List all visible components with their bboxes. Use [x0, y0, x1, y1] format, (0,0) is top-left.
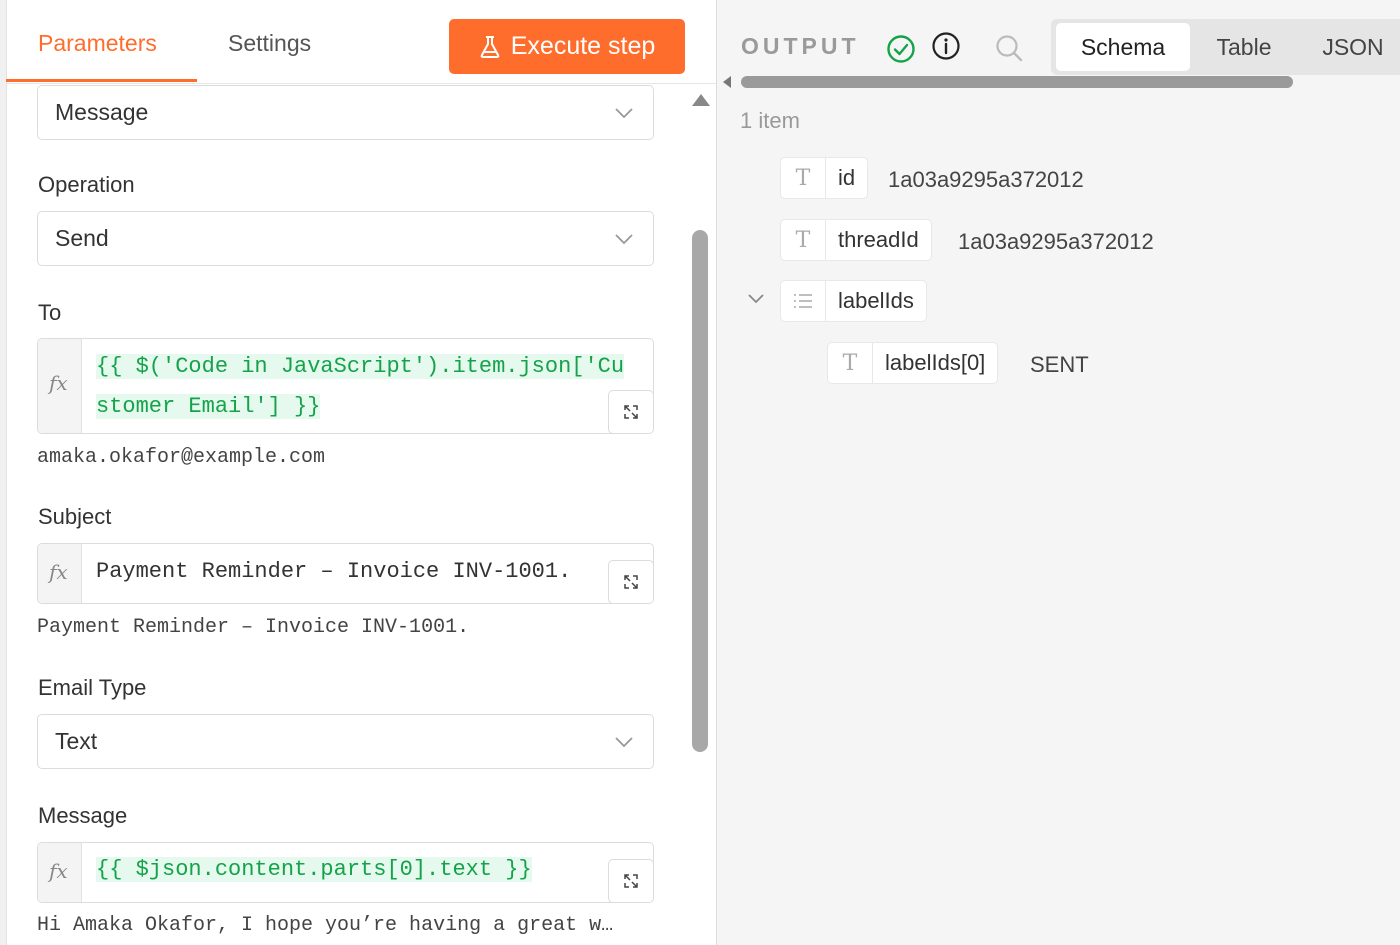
- subject-preview: Payment Reminder – Invoice INV-1001.: [37, 616, 470, 639]
- expand-icon: [624, 405, 638, 419]
- subject-expression-field[interactable]: fx Payment Reminder – Invoice INV-1001.: [37, 543, 654, 604]
- schema-field-threadid[interactable]: T threadId: [780, 219, 932, 261]
- view-json[interactable]: JSON: [1307, 19, 1399, 75]
- schema-key: threadId: [838, 227, 919, 252]
- success-check-icon: [887, 35, 915, 63]
- output-title: OUTPUT: [741, 33, 860, 59]
- fx-icon: fx: [38, 339, 82, 433]
- schema-value: 1a03a9295a372012: [888, 167, 1084, 192]
- expand-icon: [624, 575, 638, 589]
- to-label: To: [38, 300, 62, 325]
- string-type-icon: T: [781, 158, 826, 198]
- message-preview: Hi Amaka Okafor, I hope you’re having a …: [37, 914, 614, 937]
- email-type-select-value: Text: [55, 728, 98, 754]
- schema-key: labelIds: [838, 288, 914, 313]
- horizontal-scrollbar[interactable]: [741, 76, 1293, 88]
- panel-edge: [0, 0, 7, 945]
- schema-field-id[interactable]: T id: [780, 157, 869, 199]
- tabs-divider: [6, 83, 716, 84]
- chevron-down-icon: [615, 108, 633, 119]
- scroll-up-arrow[interactable]: [692, 94, 710, 106]
- fx-icon: fx: [38, 843, 82, 902]
- to-preview: amaka.okafor@example.com: [37, 446, 326, 469]
- tab-parameters[interactable]: Parameters: [38, 30, 157, 57]
- string-type-icon: T: [781, 220, 826, 260]
- subject-expression: Payment Reminder – Invoice INV-1001.: [96, 559, 572, 584]
- message-label: Message: [38, 803, 128, 828]
- output-panel: [717, 0, 1400, 945]
- resource-select-value: Message: [55, 99, 149, 125]
- string-type-icon: T: [828, 343, 873, 383]
- view-schema[interactable]: Schema: [1056, 23, 1190, 71]
- message-expression: {{ $json.content.parts[0].text }}: [96, 857, 532, 882]
- chevron-down-icon: [615, 737, 633, 748]
- output-view-switcher: Schema Table JSON: [1051, 19, 1400, 75]
- item-count: 1 item: [740, 108, 800, 133]
- chevron-down-icon: [615, 234, 633, 245]
- resource-select[interactable]: Message: [37, 85, 654, 140]
- chevron-down-icon[interactable]: [746, 291, 766, 307]
- expand-editor-button[interactable]: [608, 390, 653, 433]
- subject-label: Subject: [38, 504, 112, 529]
- schema-field-labelids[interactable]: labelIds: [780, 280, 927, 322]
- schema-key: labelIds[0]: [885, 350, 986, 375]
- email-type-label: Email Type: [38, 675, 147, 700]
- message-expression-field[interactable]: fx {{ $json.content.parts[0].text }}: [37, 842, 654, 903]
- operation-select[interactable]: Send: [37, 211, 654, 266]
- info-icon[interactable]: [931, 31, 961, 61]
- expand-editor-button[interactable]: [608, 859, 653, 902]
- scroll-left-arrow[interactable]: [723, 76, 731, 88]
- email-type-select[interactable]: Text: [37, 714, 654, 769]
- schema-value: SENT: [1030, 352, 1089, 377]
- execute-step-label: Execute step: [510, 32, 656, 60]
- vertical-scrollbar[interactable]: [692, 230, 708, 752]
- active-tab-indicator: [6, 79, 197, 82]
- operation-label: Operation: [38, 172, 135, 197]
- execute-step-button[interactable]: Execute step: [449, 19, 685, 74]
- schema-field-labelids-0[interactable]: T labelIds[0]: [827, 342, 999, 384]
- schema-value: 1a03a9295a372012: [958, 229, 1154, 254]
- expand-editor-button[interactable]: [608, 560, 653, 603]
- flask-icon: [480, 35, 500, 58]
- operation-select-value: Send: [55, 225, 109, 251]
- view-table[interactable]: Table: [1199, 19, 1289, 75]
- schema-key: id: [838, 165, 856, 190]
- to-expression-line-2: stomer Email'] }}: [96, 394, 321, 419]
- to-expression-field[interactable]: fx {{ $('Code in JavaScript').item.json[…: [37, 338, 654, 434]
- search-icon[interactable]: [994, 33, 1024, 63]
- expand-icon: [624, 874, 638, 888]
- to-expression-line-1: {{ $('Code in JavaScript').item.json['Cu: [96, 354, 625, 379]
- list-type-icon: [781, 281, 826, 321]
- tab-settings[interactable]: Settings: [228, 30, 311, 57]
- fx-icon: fx: [38, 544, 82, 603]
